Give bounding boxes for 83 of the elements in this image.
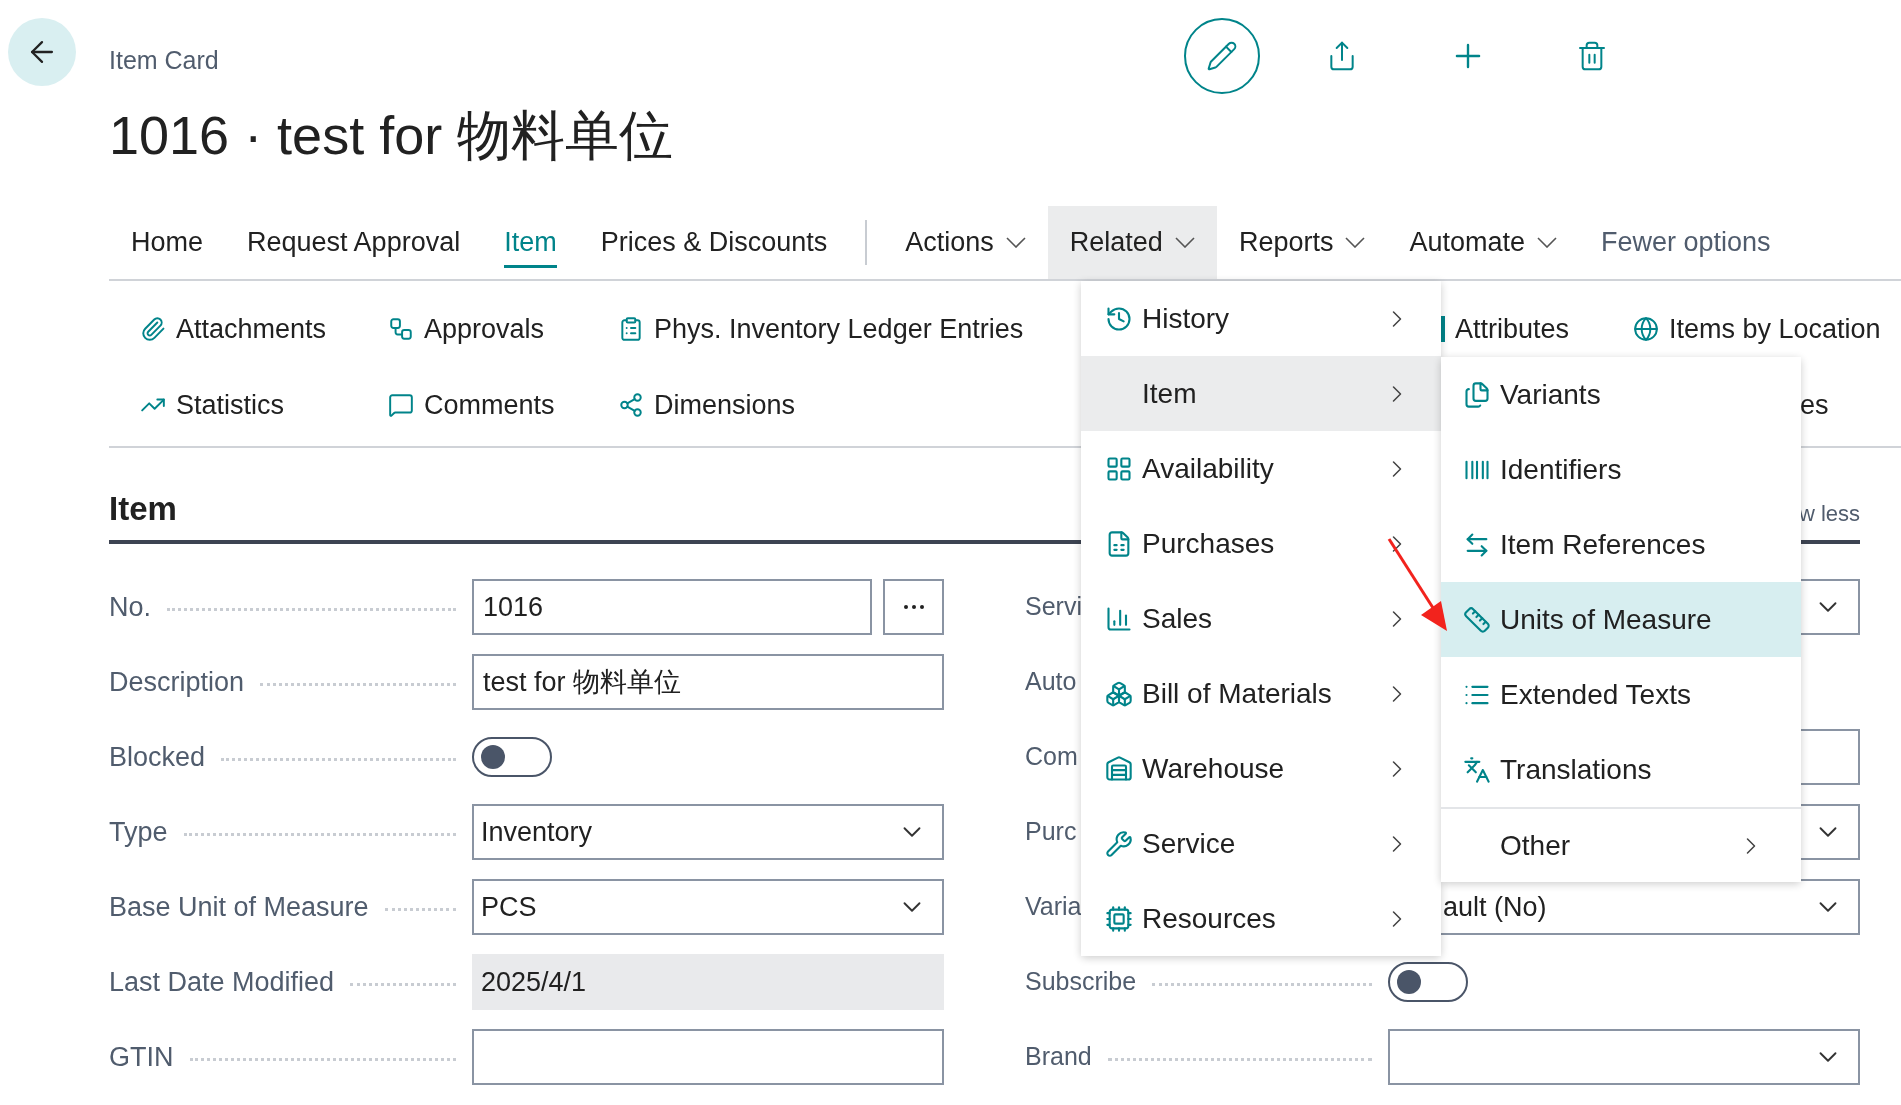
ribbon-menu-tab[interactable]: Related [1047, 206, 1217, 279]
breadcrumb: Item Card [109, 45, 220, 76]
menu-item[interactable]: Purchases [1081, 506, 1441, 581]
toggle-switch[interactable] [472, 737, 552, 777]
action-button[interactable]: Statistics [140, 384, 285, 426]
menu-item[interactable]: Warehouse [1081, 731, 1441, 806]
dropdown-field[interactable]: Inventory [472, 804, 944, 860]
action-button[interactable]: Attachments [140, 308, 327, 350]
field-label: Base Unit of Measure [109, 890, 369, 924]
menu-item[interactable]: Units of Measure [1441, 582, 1801, 657]
fewer-options-link[interactable]: Fewer options [1579, 206, 1793, 279]
page-title: 1016 · test for 物料单位 [109, 107, 675, 162]
chevron-down-icon [1345, 237, 1366, 248]
ruler-icon [1463, 605, 1491, 634]
chevron-down-icon [1174, 237, 1195, 248]
wrench-icon [1105, 829, 1133, 858]
menu-item[interactable]: History [1081, 281, 1441, 356]
languages-icon [1463, 755, 1491, 784]
field-label: No. [109, 590, 152, 624]
globe-icon [1633, 316, 1659, 342]
field-label: Subscribe [1025, 966, 1137, 998]
lookup-button[interactable] [883, 579, 944, 635]
menu-item[interactable]: Item References [1441, 507, 1801, 582]
section-title: Item [109, 489, 177, 529]
menu-item[interactable]: Availability [1081, 431, 1441, 506]
chevron-down-icon [1537, 237, 1557, 248]
ribbon-tab[interactable]: Request Approval [225, 206, 483, 279]
field-label: Varia [1025, 891, 1082, 923]
action-button[interactable]: Comments [388, 384, 555, 426]
clock-icon [1105, 304, 1133, 333]
nodes-icon [618, 392, 644, 418]
action-button[interactable]: Dimensions [618, 384, 796, 426]
trash-icon [1576, 40, 1608, 72]
menu-item[interactable]: Bill of Materials [1081, 656, 1441, 731]
dropdown-field[interactable] [1388, 1029, 1860, 1085]
menu-item[interactable]: Other [1441, 807, 1801, 882]
grid-icon [1105, 454, 1133, 483]
ribbon-menu-tab[interactable]: Automate [1387, 206, 1579, 279]
field-label: Last Date Modified [109, 965, 335, 999]
toggle-switch[interactable] [1388, 962, 1468, 1002]
ribbon-menu-tab[interactable]: Actions [883, 206, 1048, 279]
menu-item[interactable]: Translations [1441, 732, 1801, 807]
action-button[interactable]: Items by Location [1633, 308, 1881, 350]
bar-chart-icon [1105, 604, 1133, 633]
pencil-icon [1206, 40, 1238, 72]
ribbon-tab[interactable]: Prices & Discounts [578, 206, 850, 279]
paperclip-icon [140, 316, 166, 342]
field-label: Type [109, 815, 168, 849]
warehouse-icon [1105, 754, 1133, 783]
chip-icon [1105, 904, 1133, 933]
action-button[interactable]: es [1800, 384, 1829, 426]
workflow-icon [388, 316, 414, 342]
ribbon-menu-tab[interactable]: Reports [1216, 206, 1388, 279]
menu-item[interactable]: Resources [1081, 881, 1441, 956]
field-label: Blocked [109, 740, 206, 774]
text-field[interactable] [472, 1029, 944, 1085]
edit-button[interactable] [1184, 18, 1260, 94]
field-label: Description [109, 665, 245, 699]
text-field[interactable]: 1016 [472, 579, 872, 635]
action-button[interactable]: Approvals [388, 308, 545, 350]
chevron-down-icon [1005, 237, 1026, 248]
menu-item[interactable]: Item [1081, 356, 1441, 431]
menu-item[interactable]: Variants [1441, 357, 1801, 432]
field-label: Com [1025, 741, 1078, 773]
menu-item[interactable]: Service [1081, 806, 1441, 881]
field-label: GTIN [109, 1040, 174, 1074]
speech-bubble-icon [388, 392, 414, 418]
ribbon-tab[interactable]: Item [482, 206, 579, 279]
readonly-field: 2025/4/1 [472, 954, 944, 1010]
field-label: Servi [1025, 591, 1082, 623]
menu-item[interactable]: Sales [1081, 581, 1441, 656]
field-label: Purc [1025, 816, 1077, 848]
field-label: Brand [1025, 1041, 1092, 1073]
menu-item[interactable]: Extended Texts [1441, 657, 1801, 732]
field-label: Auto [1025, 666, 1077, 698]
dropdown-field[interactable]: PCS [472, 879, 944, 935]
clipboard-icon [618, 316, 644, 342]
menu-item[interactable]: Identifiers [1441, 432, 1801, 507]
boxes-icon [1105, 679, 1133, 708]
action-button[interactable]: Phys. Inventory Ledger Entries [618, 308, 1024, 350]
files-icon [1463, 380, 1491, 409]
ribbon-tab[interactable]: Home [109, 206, 226, 279]
text-field[interactable]: test for 物料单位 [472, 654, 944, 710]
